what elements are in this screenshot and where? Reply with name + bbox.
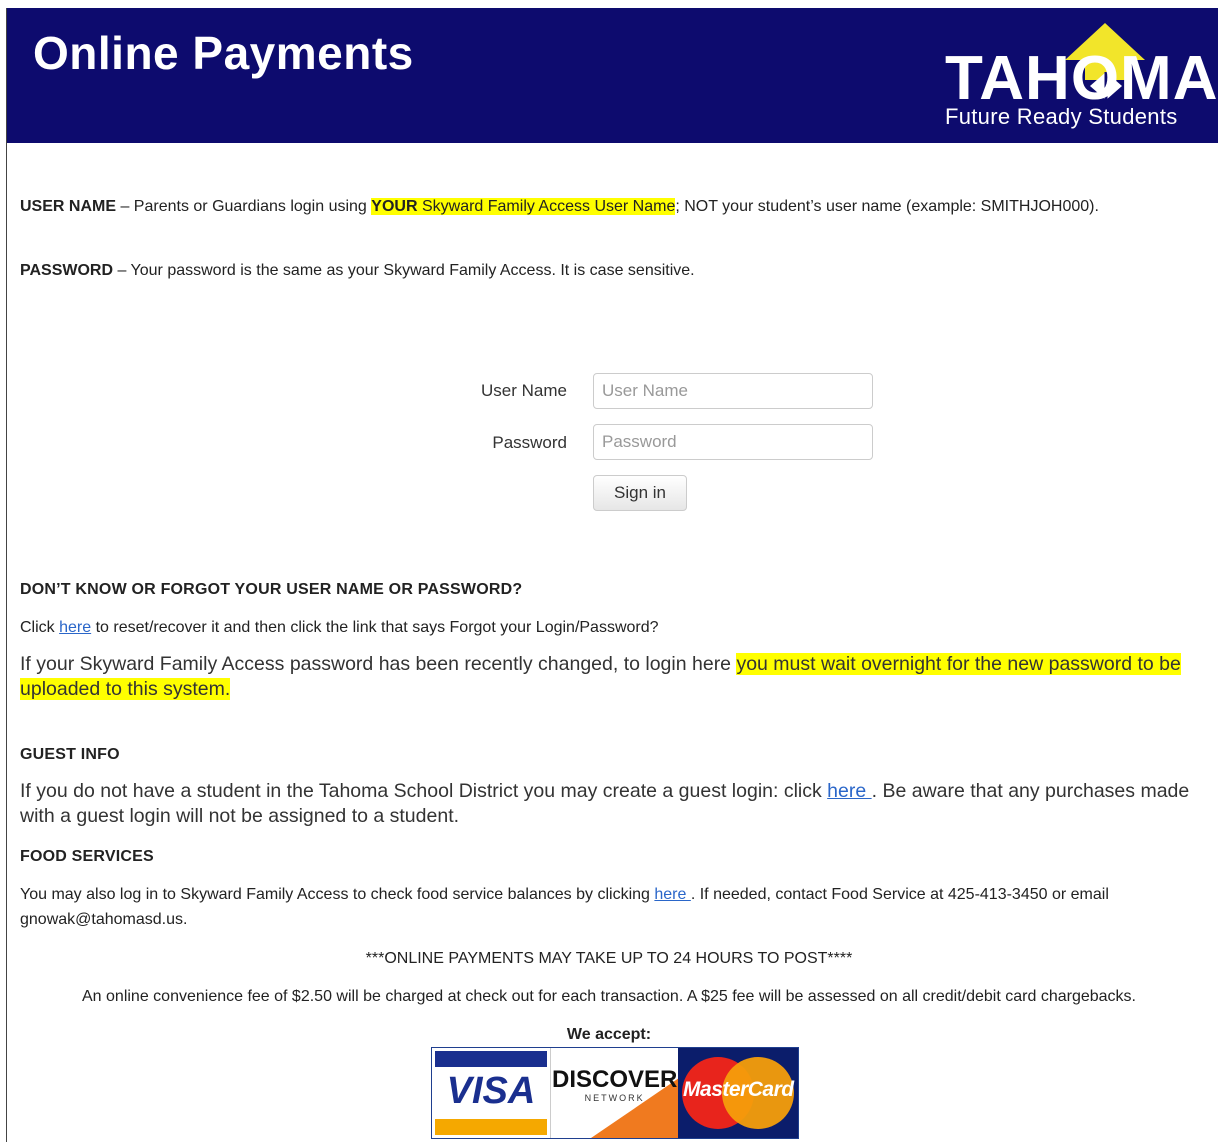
- guest-here-link[interactable]: here: [827, 780, 871, 802]
- guest-text-1: If you do not have a student in the Taho…: [20, 780, 828, 802]
- password-input[interactable]: [593, 424, 873, 460]
- forgot-heading: DON’T KNOW OR FORGOT YOUR USER NAME OR P…: [20, 581, 523, 598]
- logo-tagline: Future Ready Students: [945, 104, 1178, 129]
- password-text: – Your password is the same as your Skyw…: [113, 262, 695, 279]
- visa-card-logo: VISA: [432, 1048, 550, 1138]
- reset-here-link[interactable]: here: [59, 619, 91, 636]
- password-heading: PASSWORD: [20, 262, 114, 279]
- forgot-instructions: Click here to reset/recover it and then …: [20, 615, 1170, 640]
- accepted-cards: VISA DISCOVER NETWORK MasterCard: [431, 1047, 799, 1139]
- page-frame: [6, 8, 1218, 1142]
- forgot-text-2: to reset/recover it and then click the l…: [91, 619, 659, 636]
- username-instructions: USER NAME – Parents or Guardians login u…: [20, 194, 1120, 219]
- food-here-link[interactable]: here: [654, 886, 690, 903]
- password-instructions: PASSWORD – Your password is the same as …: [20, 258, 1170, 283]
- page-header: Online Payments TAHOMA Future Ready Stud…: [7, 8, 1218, 143]
- username-text-2: ; NOT your student’s user name (example:…: [675, 198, 1099, 215]
- notice-text: If your Skyward Family Access password h…: [20, 653, 737, 675]
- guest-heading: GUEST INFO: [20, 746, 120, 763]
- forgot-text-1: Click: [20, 619, 60, 636]
- username-label: User Name: [481, 381, 567, 400]
- food-heading: FOOD SERVICES: [20, 848, 154, 865]
- username-input[interactable]: [593, 373, 873, 409]
- guest-text: If you do not have a student in the Taho…: [20, 779, 1200, 829]
- password-change-notice: If your Skyward Family Access password h…: [20, 652, 1210, 702]
- we-accept-label: We accept:: [566, 1026, 652, 1043]
- food-text-1: You may also log in to Skyward Family Ac…: [20, 886, 655, 903]
- logo-wordmark: TAHOMA: [945, 44, 1218, 113]
- fee-notice: An online convenience fee of $2.50 will …: [82, 988, 1136, 1005]
- username-heading: USER NAME: [20, 198, 117, 215]
- discover-card-logo: DISCOVER NETWORK: [549, 1048, 679, 1138]
- your-emphasis: YOUR: [371, 198, 418, 215]
- posting-notice: ***ONLINE PAYMENTS MAY TAKE UP TO 24 HOU…: [365, 950, 853, 967]
- mastercard-logo: MasterCard: [678, 1048, 798, 1138]
- sign-in-button[interactable]: Sign in: [593, 475, 687, 511]
- food-text: You may also log in to Skyward Family Ac…: [20, 882, 1210, 932]
- username-text: – Parents or Guardians login using: [116, 198, 372, 215]
- page-title: Online Payments: [33, 27, 414, 79]
- password-label: Password: [492, 433, 567, 452]
- username-highlight: Skyward Family Access User Name: [417, 198, 676, 215]
